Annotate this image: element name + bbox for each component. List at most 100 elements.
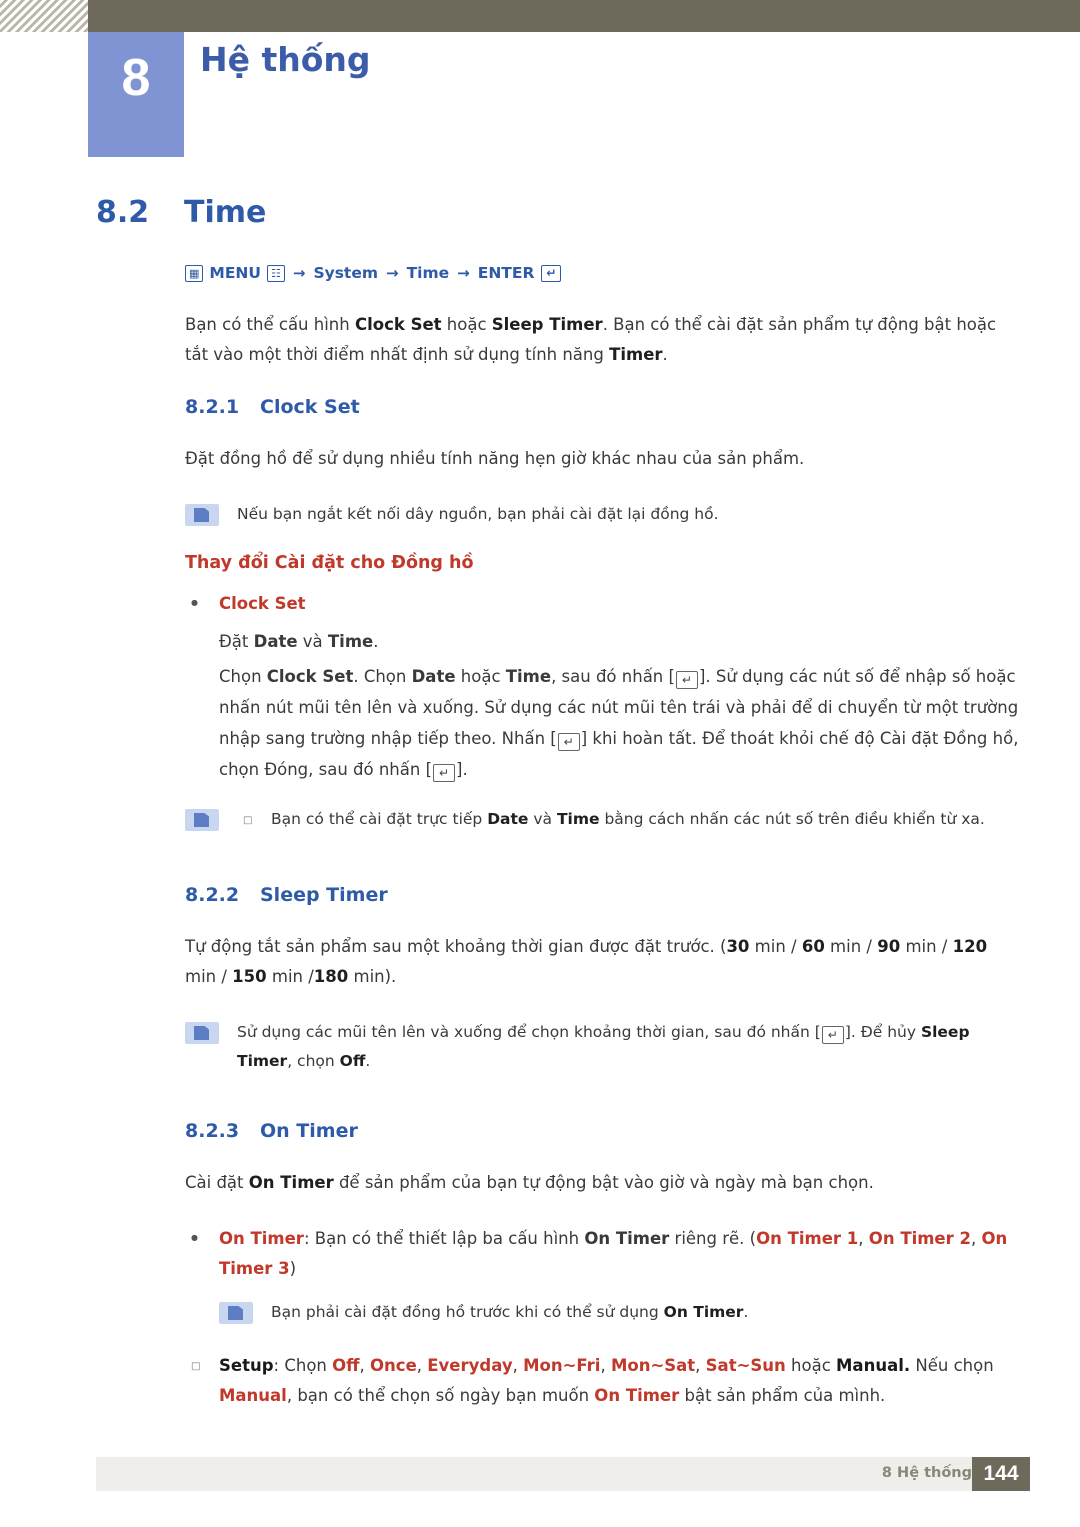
menu-label: MENU [209,264,261,282]
subsection-heading-on-timer: 8.2.3 On Timer [185,1120,1080,1142]
menu-grid-icon: ☷ [266,264,285,282]
note-clock-set: Nếu bạn ngắt kết nối dây nguồn, bạn phải… [185,500,1020,529]
chapter-title: Hệ thống [200,40,371,79]
otb-b: : Bạn có thể thiết lập ba cấu hình [303,1229,585,1248]
otb-sep2: , [970,1229,982,1248]
note-clock-set-2: Bạn có thể cài đặt trực tiếp Date và Tim… [185,805,1020,838]
subsection-number-822: 8.2.2 [185,884,240,906]
ot-a: Cài đặt [185,1173,249,1192]
note-pencil-icon [185,504,219,526]
line1-c: . [373,632,379,651]
arrow-2: → [386,264,399,282]
st-180: 180 [313,967,349,986]
subsection-heading-clock-set: 8.2.1 Clock Set [185,396,1080,418]
bullet-dot-icon-2 [185,1224,219,1284]
proc-date: Date [411,667,456,686]
line1-b: và [297,632,328,651]
note-pencil-icon-2 [185,809,219,831]
st-c: min / [824,937,878,956]
intro-text-2: hoặc [441,315,492,334]
proc-a: Chọn [219,667,267,686]
otn-a: Bạn phải cài đặt đồng hồ trước khi có th… [271,1303,664,1321]
menu-icon: ▦ [185,264,204,282]
opt-manual: Manual. [836,1356,911,1375]
intro-text-1: Bạn có thể cấu hình [185,315,355,334]
otb-c: On Timer [584,1229,670,1248]
st-a: Tự động tắt sản phẩm sau một khoảng thời… [185,937,727,956]
setup-on-timer: On Timer [594,1386,680,1405]
stn-c: , chọn [287,1052,340,1070]
note-sleep-timer: Sử dụng các mũi tên lên và xuống để chọn… [185,1018,1020,1076]
proc-d: , sau đó nhấn [ [551,667,675,686]
note-pencil-icon-4 [219,1302,253,1324]
subsection-title-sleep-timer: Sleep Timer [260,884,388,906]
otb-d: riêng rẽ. ( [669,1229,757,1248]
intro-timer: Timer [609,345,663,364]
note2-a: Bạn có thể cài đặt trực tiếp [271,810,488,828]
clock-set-procedure: Chọn Clock Set. Chọn Date hoặc Time, sau… [219,661,1020,785]
footer-chapter-label: 8 Hệ thống [881,1465,972,1481]
intro-clock-set: Clock Set [354,315,442,334]
enter-key-icon-2: ↵ [557,733,580,751]
intro-text-4: . [662,345,668,364]
menu-item-time: Time [406,264,450,282]
st-f: min / [266,967,314,986]
page-header-bar [0,0,1080,32]
st-d: min / [900,937,953,956]
subsection-number-823: 8.2.3 [185,1120,240,1142]
stn-a: Sử dụng các mũi tên lên và xuống để chọn… [237,1023,821,1041]
line1-time: Time [327,632,374,651]
note2-time: Time [556,810,600,828]
section-number: 8.2 [96,195,150,230]
header-hatch-decoration [0,0,88,32]
ot-b: để sản phẩm của bạn tự động bật vào giờ … [333,1173,874,1192]
otb-t2: On Timer 2 [868,1229,971,1248]
line1-date: Date [253,632,298,651]
square-bullet-icon [237,805,271,838]
setup-b: hoặc [785,1356,837,1375]
sep-e: , [695,1356,706,1375]
subsection-title-on-timer: On Timer [260,1120,358,1142]
enter-key-icon-4: ↵ [821,1026,844,1044]
sleep-timer-body: Tự động tắt sản phẩm sau một khoảng thời… [185,932,1020,992]
setup-c: Nếu chọn [910,1356,994,1375]
sep-b: , [416,1356,428,1375]
sep-d: , [600,1356,611,1375]
otn-b: . [743,1303,749,1321]
opt-satsun: Sat~Sun [705,1356,786,1375]
sep-c: , [512,1356,524,1375]
menu-enter-label: ENTER [477,264,535,282]
enter-key-icon-3: ↵ [433,764,456,782]
page-footer: 8 Hệ thống 144 [0,1457,1080,1491]
opt-off: Off [332,1356,360,1375]
st-120: 120 [952,937,988,956]
footer-page-number: 144 [972,1457,1030,1491]
note2-date: Date [487,810,529,828]
note-pencil-icon-3 [185,1022,219,1044]
st-b: min / [749,937,802,956]
section-heading: 8.2 Time [96,195,1080,230]
enter-key-icon-1: ↵ [675,671,698,689]
setup-e: bật sản phẩm của mình. [679,1386,886,1405]
chapter-number-badge: 8 [88,32,184,157]
subsection-heading-sleep-timer: 8.2.2 Sleep Timer [185,884,1080,906]
line1-a: Đặt [219,632,254,651]
opt-everyday: Everyday [427,1356,513,1375]
page-content: 8.2 Time ▦ MENU ☷ → System → Time → ENTE… [0,195,1080,1415]
section-title: Time [184,195,267,230]
subsection-title-clock-set: Clock Set [260,396,360,418]
note-clock-set-text: Nếu bạn ngắt kết nối dây nguồn, bạn phải… [237,505,719,523]
st-90: 90 [877,937,901,956]
opt-once: Once [370,1356,417,1375]
bullet-dot-icon [185,589,219,622]
st-30: 30 [726,937,750,956]
on-timer-bullet: On Timer: Bạn có thể thiết lập ba cấu hì… [185,1224,1020,1284]
setup-a: : Chọn [273,1356,333,1375]
menu-path: ▦ MENU ☷ → System → Time → ENTER ↵ [185,264,1080,282]
enter-arrow-icon: ↵ [541,264,562,282]
opt-monfri: Mon~Fri [523,1356,601,1375]
clock-settings-subheading: Thay đổi Cài đặt cho Đồng hồ [185,553,474,573]
stn-off: Off [339,1052,366,1070]
st-150: 150 [232,967,267,986]
proc-clockset: Clock Set [266,667,354,686]
